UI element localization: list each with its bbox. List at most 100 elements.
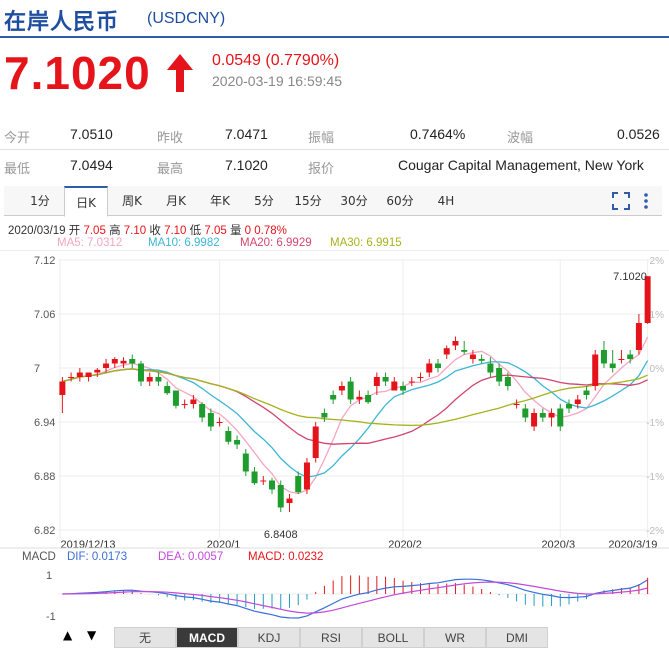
tab-5min[interactable]: 5分 bbox=[244, 186, 284, 216]
candle-body bbox=[583, 390, 590, 395]
y-tick-label: 6.82 bbox=[34, 525, 55, 537]
tab-yearly-k[interactable]: 年K bbox=[198, 186, 242, 216]
candle-body bbox=[408, 381, 415, 383]
tab-monthly-k[interactable]: 月K bbox=[154, 186, 198, 216]
candle-body bbox=[365, 395, 372, 403]
y-tick-label: 6.88 bbox=[34, 471, 55, 483]
info-vol: 0 bbox=[244, 225, 252, 237]
candle-body bbox=[548, 413, 555, 418]
candle-body bbox=[635, 323, 642, 350]
stats-row-2: 最低 7.0494 最高 7.1020 报价 Cougar Capital Ma… bbox=[0, 151, 669, 181]
macd-title: MACD bbox=[22, 551, 56, 563]
tab-4h[interactable]: 4H bbox=[426, 186, 466, 216]
x-tick-label: 2019/12/13 bbox=[60, 539, 115, 551]
candle-body bbox=[426, 363, 433, 373]
candle-body bbox=[199, 404, 206, 418]
stat-range-value: 0.0526 bbox=[617, 126, 660, 142]
candle-body bbox=[303, 462, 310, 490]
candle-body bbox=[94, 369, 101, 373]
indicator-tab-boll[interactable]: BOLL bbox=[362, 627, 424, 648]
period-tabs: 1分 日K 周K 月K 年K 5分 15分 30分 60分 4H bbox=[4, 186, 662, 217]
candle-body bbox=[172, 390, 179, 406]
stat-range-label: 波幅 bbox=[507, 131, 534, 146]
fullscreen-icon[interactable] bbox=[612, 192, 630, 210]
x-tick-label: 2020/3 bbox=[541, 539, 575, 551]
tab-daily-k[interactable]: 日K bbox=[64, 186, 108, 217]
stat-quote-label: 报价 bbox=[308, 162, 335, 177]
info-date: 2020/03/19 bbox=[8, 225, 66, 237]
candle-body bbox=[164, 386, 171, 394]
kline-chart[interactable]: 7.12 2% 7.06 1% 7 0% 6.94 -1% 6.88 -1% 6.82 -2% 2019… bbox=[0, 250, 669, 625]
tab-30min[interactable]: 30分 bbox=[332, 186, 376, 216]
indicator-tab-dmi[interactable]: DMI bbox=[486, 627, 548, 648]
candle-body bbox=[321, 413, 328, 418]
more-vertical-icon[interactable] bbox=[642, 192, 650, 210]
low-annotation: 6.8408 bbox=[264, 529, 298, 541]
y-right-tick-label: 2% bbox=[650, 256, 665, 267]
tab-weekly-k[interactable]: 周K bbox=[110, 186, 154, 216]
y-right-tick-label: -2% bbox=[646, 526, 664, 537]
candle-body bbox=[539, 413, 546, 418]
candle-body bbox=[461, 350, 468, 352]
page-title: 在岸人民币 bbox=[4, 10, 120, 35]
up-arrow-icon bbox=[167, 54, 193, 92]
stat-high-value: 7.1020 bbox=[225, 157, 268, 173]
y-tick-label: 6.94 bbox=[34, 417, 55, 429]
candle-body bbox=[592, 354, 599, 386]
candle-body bbox=[434, 363, 441, 368]
candle-body bbox=[207, 413, 214, 427]
stat-high-label: 最高 bbox=[157, 162, 184, 177]
candle-body bbox=[286, 498, 293, 503]
stats-row-1: 今开 7.0510 昨收 7.0471 振幅 0.7464% 波幅 0.0526 bbox=[0, 120, 669, 150]
price-change: 0.0549 (0.7790%) bbox=[212, 52, 340, 69]
tab-60min[interactable]: 60分 bbox=[378, 186, 422, 216]
candle-body bbox=[522, 408, 529, 418]
candle-body bbox=[146, 377, 153, 382]
y-tick-label: 7.12 bbox=[34, 255, 55, 267]
candle-body bbox=[452, 341, 459, 346]
stat-prevclose-value: 7.0471 bbox=[225, 126, 268, 142]
candle-body bbox=[391, 381, 398, 391]
axis-labels: 7.12 2% 7.06 1% 7 0% 6.94 -1% 6.88 -1% 6.82 -2% 2019… bbox=[34, 255, 664, 551]
candle-body bbox=[627, 354, 634, 359]
candle-body bbox=[312, 426, 319, 458]
symbol-code: (USDCNY) bbox=[147, 10, 226, 27]
candle-body bbox=[347, 381, 354, 400]
candle-body bbox=[242, 453, 249, 472]
indicator-tab-wr[interactable]: WR bbox=[424, 627, 486, 648]
info-high: 7.10 bbox=[123, 225, 147, 237]
candle-body bbox=[557, 408, 564, 427]
indicator-tab-kdj[interactable]: KDJ bbox=[238, 627, 300, 648]
stat-open-value: 7.0510 bbox=[70, 126, 113, 142]
candle-body bbox=[103, 363, 110, 368]
candle-body bbox=[234, 440, 241, 445]
candle-body bbox=[330, 395, 337, 400]
candle-body bbox=[504, 377, 511, 386]
candle-body bbox=[181, 404, 188, 405]
info-high-label: 高 bbox=[109, 225, 121, 237]
y-right-tick-label: 1% bbox=[650, 310, 665, 321]
candle-body bbox=[68, 377, 75, 378]
indicator-tab-rsi[interactable]: RSI bbox=[300, 627, 362, 648]
macd-value: MACD: 0.0232 bbox=[248, 551, 324, 563]
y-tick-label: 7 bbox=[34, 363, 40, 375]
high-annotation: 7.1020 bbox=[613, 271, 647, 283]
info-low-label: 低 bbox=[189, 225, 202, 237]
candle-body bbox=[111, 359, 118, 364]
stat-amplitude-label: 振幅 bbox=[308, 131, 335, 146]
stat-prevclose-label: 昨收 bbox=[157, 131, 184, 146]
chart-grid bbox=[0, 250, 669, 538]
candle-body bbox=[531, 413, 538, 427]
info-low: 7.05 bbox=[204, 225, 227, 237]
macd-dea: DEA: 0.0057 bbox=[158, 551, 224, 563]
indicator-tab-none[interactable]: 无 bbox=[114, 627, 176, 648]
tab-15min[interactable]: 15分 bbox=[288, 186, 328, 216]
macd-y-tick: 1 bbox=[46, 570, 52, 582]
indicator-tab-macd[interactable]: MACD bbox=[176, 627, 238, 648]
x-tick-label: 2020/3/19 bbox=[608, 539, 657, 551]
candle-body bbox=[269, 480, 276, 490]
tab-1min[interactable]: 1分 bbox=[18, 186, 62, 216]
candle-body bbox=[356, 396, 363, 400]
info-vol-label: 量 bbox=[229, 225, 242, 237]
x-tick-label: 2020/1 bbox=[207, 539, 241, 551]
